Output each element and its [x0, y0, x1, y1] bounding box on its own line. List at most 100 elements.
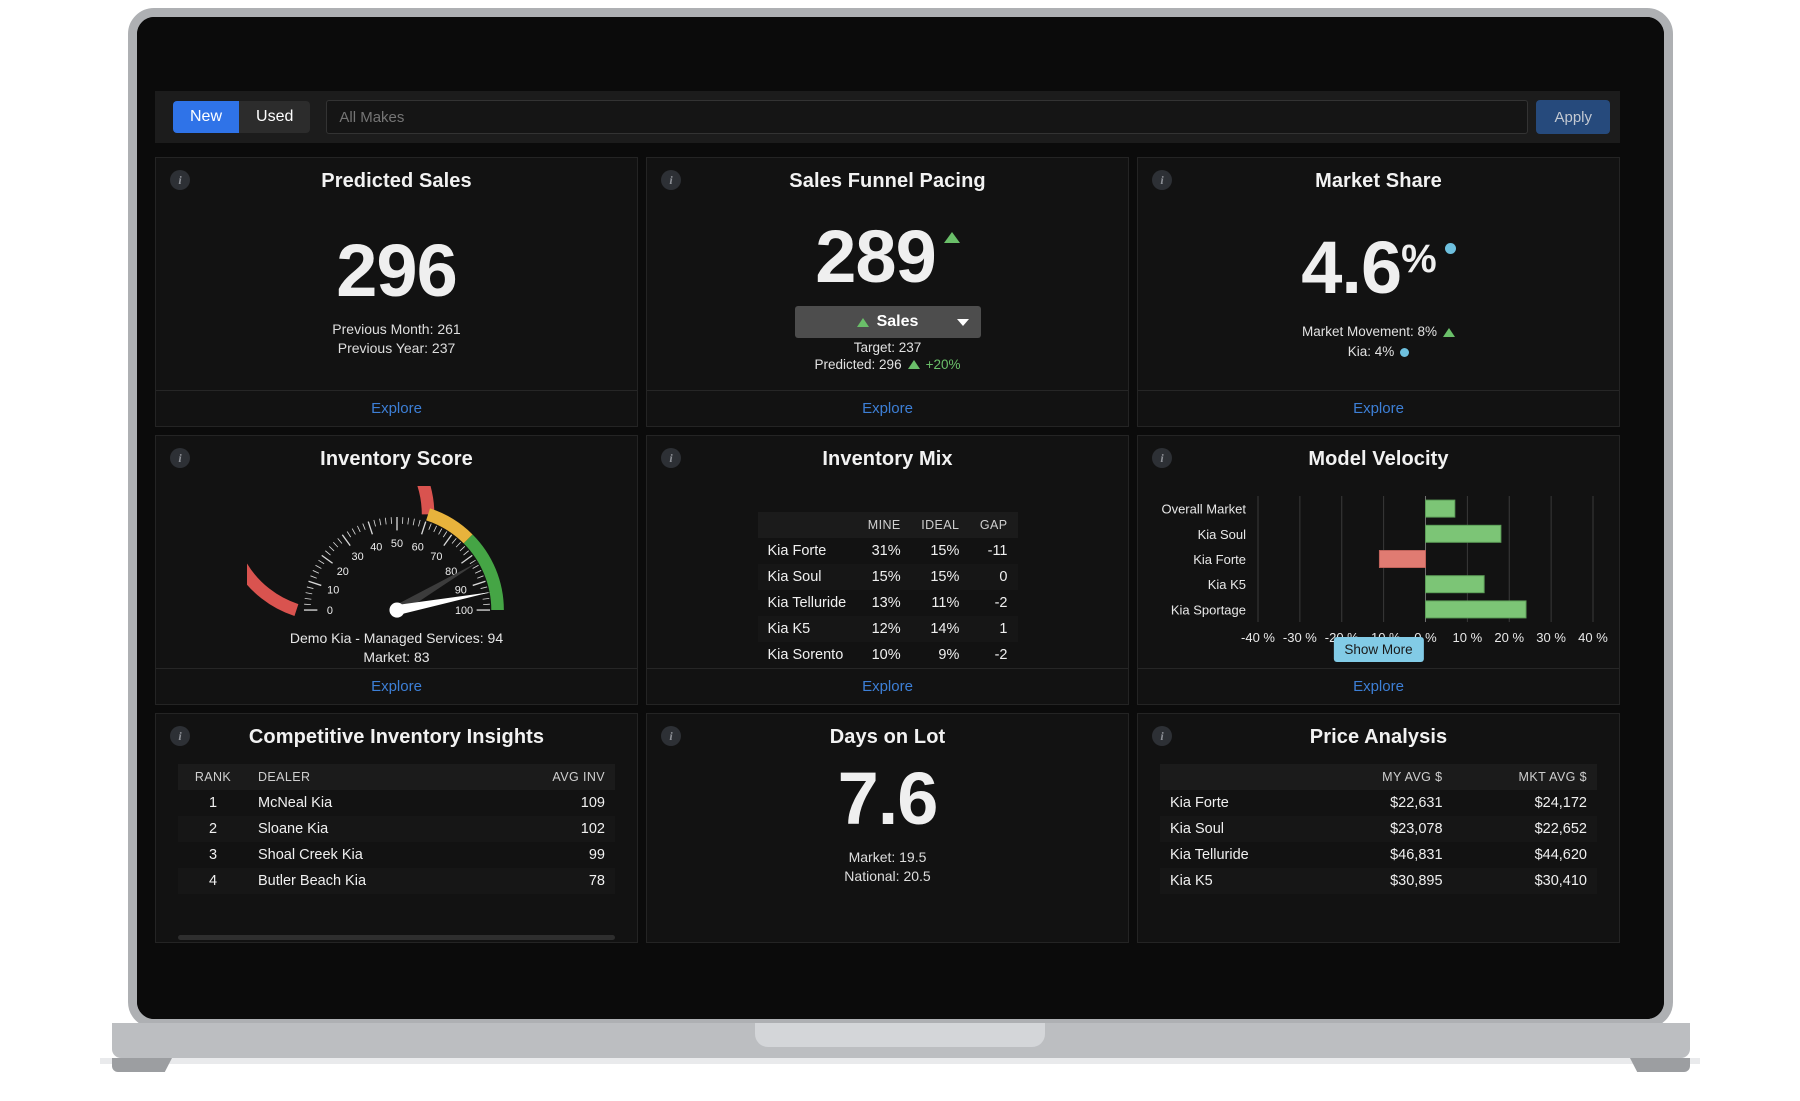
- target-line: Target: 237: [854, 340, 922, 355]
- card-header: i Inventory Mix: [647, 436, 1128, 482]
- condition-used-button[interactable]: Used: [239, 101, 311, 133]
- gauge-tick: [437, 528, 442, 535]
- gauge-market-label: Market: 83: [363, 649, 430, 666]
- target-label: Target: 237: [853, 340, 922, 356]
- table-row: Kia Telluride 13% 11% -2: [758, 590, 1018, 616]
- card-header: i Price Analysis: [1138, 714, 1619, 760]
- gauge-tick: [442, 531, 447, 538]
- cell-my-avg: $46,831: [1390, 847, 1443, 863]
- gauge-tick-label: 10: [327, 585, 339, 597]
- cell-gap: -2: [994, 595, 1008, 611]
- cell-dealer: Sloane Kia: [248, 816, 483, 842]
- info-icon[interactable]: i: [1152, 448, 1172, 468]
- cell-avg-inv: 78: [482, 868, 615, 894]
- explore-link[interactable]: Explore: [862, 678, 913, 695]
- explore-link[interactable]: Explore: [1353, 678, 1404, 695]
- explore-link[interactable]: Explore: [371, 400, 422, 417]
- cell-avg-inv: 102: [482, 816, 615, 842]
- explore-link[interactable]: Explore: [1353, 400, 1404, 417]
- chart-x-tick-label: -40 %: [1241, 630, 1275, 645]
- page-title: Competitive Inventory Insights: [248, 725, 545, 748]
- condition-toggle[interactable]: New Used: [173, 101, 311, 133]
- cell-dealer: Shoal Creek Kia: [258, 847, 363, 863]
- cell-dealer: Butler Beach Kia: [248, 868, 483, 894]
- card-header: i Market Share: [1138, 158, 1619, 204]
- inventory-score-gauge: 010203040 50 60708090100: [246, 486, 504, 618]
- dashboard-screen: New Used Apply i Predicted Sales: [137, 17, 1664, 1019]
- gauge-tick: [427, 523, 432, 530]
- info-icon[interactable]: i: [1152, 726, 1172, 746]
- info-icon[interactable]: i: [661, 170, 681, 190]
- cell-avg-inv: 109: [580, 795, 605, 811]
- info-icon[interactable]: i: [661, 726, 681, 746]
- cell-my-avg: $23,078: [1321, 816, 1453, 842]
- gauge-tick-label: 50: [390, 538, 402, 550]
- info-icon[interactable]: i: [170, 726, 190, 746]
- card-price-analysis: i Price Analysis MY AVG $ MKT AVG $ Kia: [1137, 713, 1620, 943]
- cell-model: Kia Telluride: [767, 595, 847, 611]
- gauge-tick: [384, 517, 387, 525]
- laptop-mockup: New Used Apply i Predicted Sales: [0, 0, 1800, 1101]
- card-body: 296 Previous Month: 261 Previous Year: 2…: [156, 204, 637, 390]
- info-icon[interactable]: i: [1152, 170, 1172, 190]
- national-label: National: 20.5: [844, 868, 931, 885]
- gauge-tick: [361, 523, 366, 530]
- blue-dot-icon: [1444, 241, 1456, 259]
- gauge-tick: [455, 541, 461, 548]
- chevron-down-icon: [956, 318, 969, 326]
- show-more-button[interactable]: Show More: [1333, 637, 1424, 662]
- gauge-tick: [336, 538, 342, 544]
- cell-model: Kia Soul: [757, 564, 858, 590]
- gauge-tick: [332, 541, 338, 548]
- table-row: Kia Soul $23,078 $22,652: [1160, 816, 1597, 842]
- explore-link[interactable]: Explore: [862, 400, 913, 417]
- pacing-value: 289: [815, 214, 936, 298]
- gauge-tick: [459, 546, 465, 552]
- dashboard-grid: i Predicted Sales 296 Previous Month: 26…: [155, 157, 1620, 943]
- cell-model: Kia Soul: [1160, 816, 1322, 842]
- inventory-mix-table: MINE IDEAL GAP Kia Forte 31% 15% -11 Kia Sou…: [757, 512, 1018, 668]
- chart-x-tick-label: -30 %: [1283, 630, 1317, 645]
- table-row: Kia Forte $22,631 $24,172: [1160, 790, 1597, 816]
- competitive-inventory-table: RANK DEALER AVG INV 1 McNeal Kia 109 2 Sloan…: [178, 764, 615, 894]
- predicted-label: Predicted: 296: [814, 357, 902, 373]
- table-row: Kia Sorento 10% 9% -2: [758, 642, 1018, 668]
- condition-new-button[interactable]: New: [173, 101, 240, 133]
- chart-x-tick-label: 30 %: [1536, 630, 1566, 645]
- table-row: Kia Forte 31% 15% -11: [758, 538, 1018, 564]
- gauge-tick: [309, 575, 317, 579]
- cell-ideal: 15%: [930, 543, 960, 559]
- gauge-tick: [432, 525, 437, 533]
- metric-select[interactable]: Sales: [794, 306, 981, 339]
- kia-share-label: Kia: 4%: [1347, 344, 1395, 360]
- cell-rank: 1: [208, 795, 218, 811]
- column-header-gap: GAP: [969, 512, 1018, 538]
- apply-button[interactable]: Apply: [1536, 100, 1610, 134]
- gauge-tick: [412, 518, 415, 526]
- gauge-tick-label: 0: [326, 605, 332, 617]
- chart-category-label: Kia Soul: [1198, 527, 1247, 542]
- makes-input[interactable]: [326, 100, 1529, 134]
- page-title: Market Share: [1315, 169, 1442, 192]
- info-icon[interactable]: i: [170, 170, 190, 190]
- card-inventory-mix: i Inventory Mix MINE IDEAL GAP Kia Forte…: [646, 435, 1129, 705]
- previous-month-label: Previous Month: 261: [332, 321, 461, 338]
- trend-up-icon: [856, 317, 869, 327]
- horizontal-scrollbar[interactable]: [178, 935, 615, 940]
- page-title: Sales Funnel Pacing: [789, 169, 986, 192]
- gauge-tick: [346, 531, 351, 538]
- table-row: 2 Sloane Kia 102: [178, 816, 615, 842]
- gauge-tick: [378, 518, 381, 526]
- card-inventory-score: i Inventory Score 0 10 20 30 40 50 60 70 80 90 100…: [155, 435, 638, 705]
- trend-up-icon: [943, 230, 960, 248]
- explore-link[interactable]: Explore: [371, 678, 422, 695]
- gauge-tick: [341, 534, 351, 547]
- cell-rank: 4: [178, 868, 248, 894]
- info-icon[interactable]: i: [170, 448, 190, 468]
- cell-ideal: 9%: [938, 647, 960, 663]
- card-header: i Sales Funnel Pacing: [647, 158, 1128, 204]
- cell-gap: 1: [969, 616, 1018, 642]
- gauge-tick: [472, 580, 486, 587]
- info-icon[interactable]: i: [661, 448, 681, 468]
- column-header-dealer: DEALER: [248, 764, 483, 790]
